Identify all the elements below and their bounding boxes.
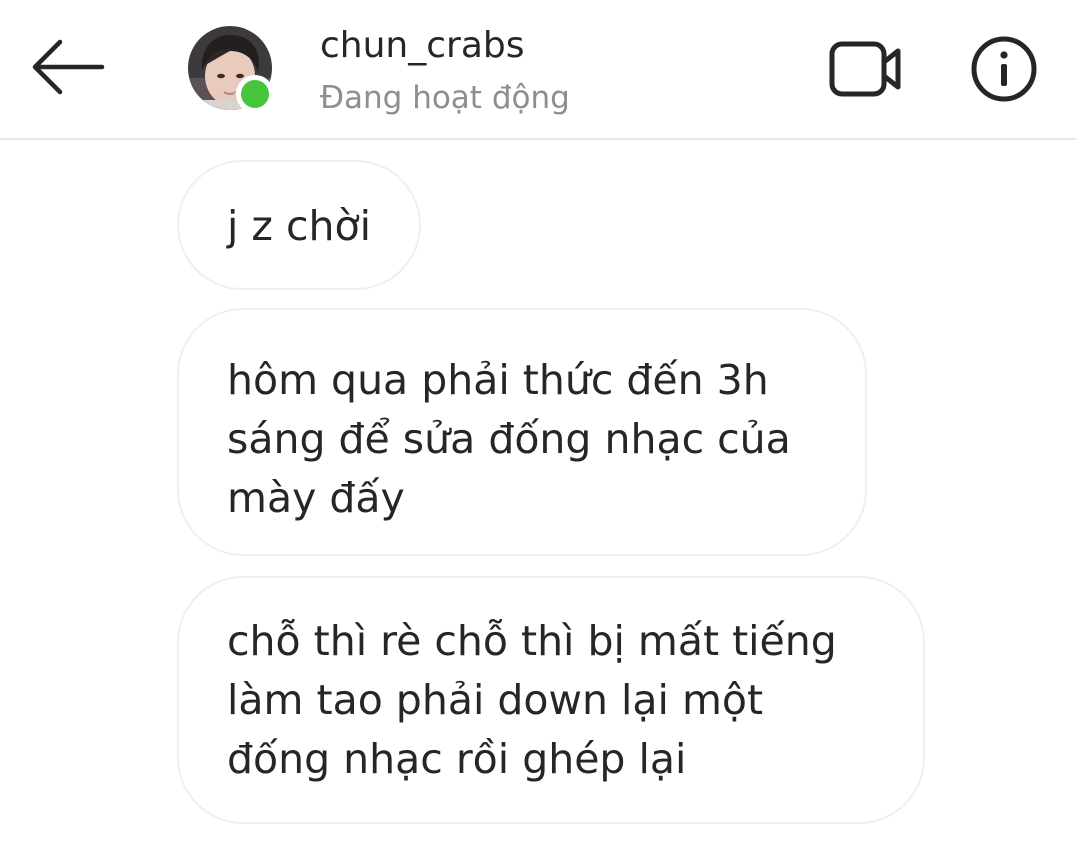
info-button[interactable] [966,32,1042,106]
message-line: chỗ thì rè chỗ thì bị mất tiếng [227,617,837,665]
message-bubble[interactable]: j z chời [177,160,421,290]
message-line: sáng để sửa đống nhạc của [227,415,791,463]
chat-screen: chun_crabs Đang hoạt động j z chời hôm q… [0,0,1076,842]
activity-status: Đang hoạt động [320,80,570,116]
message-line: j z chời [227,202,371,250]
chat-username[interactable]: chun_crabs [320,22,525,70]
video-call-button[interactable] [824,34,908,104]
online-status-dot [236,75,274,113]
message-line: làm tao phải down lại một [227,676,764,724]
video-camera-icon [829,41,901,97]
message-line: hôm qua phải thức đến 3h [227,356,769,404]
message-line: mày đấy [227,474,405,522]
message-line: đống nhạc rồi ghép lại [227,735,687,783]
chat-header: chun_crabs Đang hoạt động [0,0,1076,140]
info-icon [971,36,1037,102]
back-button[interactable] [28,34,108,100]
message-bubble[interactable]: chỗ thì rè chỗ thì bị mất tiếng làm tao … [177,576,925,824]
message-bubble[interactable]: hôm qua phải thức đến 3h sáng để sửa đốn… [177,308,867,556]
arrow-left-icon [32,39,105,95]
profile-avatar[interactable] [188,26,274,113]
